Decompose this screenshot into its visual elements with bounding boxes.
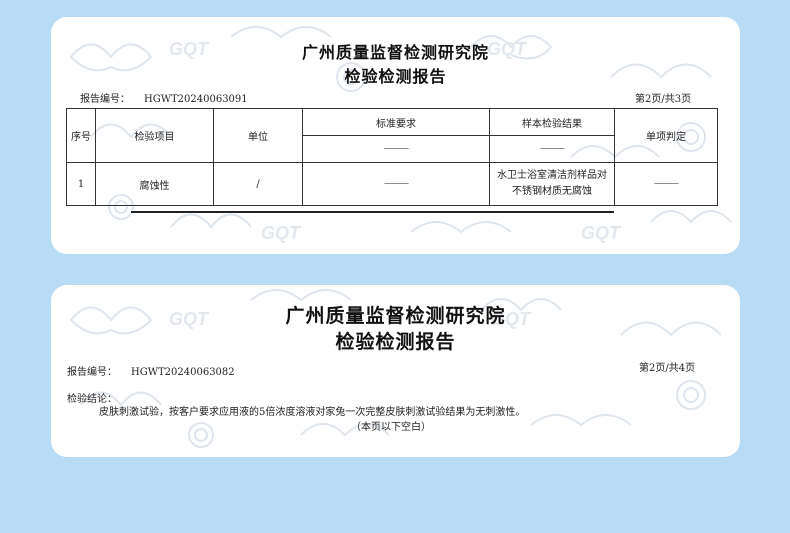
report-number-value: HGWT20240063091 [144,94,248,105]
header-sample-result: 样本检验结果 [489,108,615,136]
cell-judgement: ——— [614,162,718,206]
header-standard: 标准要求 [302,108,490,136]
cell-result: 水卫士浴室清洁剂样品对 不锈钢材质无腐蚀 [489,162,615,206]
header-item: 检验项目 [95,108,214,163]
cell-seq: 1 [66,162,96,206]
cell-result-line2: 不锈钢材质无腐蚀 [512,186,592,197]
header-unit: 单位 [213,108,303,163]
inspection-table: 序号 检验项目 单位 标准要求 样本检验结果 单项判定 ——— ——— 1 腐蚀… [66,108,718,206]
report-title: 检验检测报告 [335,331,456,353]
report-number-label: 报告编号： [80,94,130,105]
report-title: 检验检测报告 [344,67,447,86]
cell-standard: ——— [302,162,490,206]
institute-title: 广州质量监督检测研究院 [285,305,506,327]
conclusion-text: 皮肤刺激试验，按客户要求应用液的5倍浓度溶液对家兔一次完整皮肤刺激试验结果为无刺… [99,407,526,418]
cell-result-line1: 水卫士浴室清洁剂样品对 [497,170,607,181]
report-card-2: GQT GQT 广州质量监督检测研究院 检验检测报告 报告编号： HGWT2024… [51,285,740,457]
table-row: 1 腐蚀性 / ——— 水卫士浴室清洁剂样品对 不锈钢材质无腐蚀 ——— [66,162,718,206]
report-card-1: GQT GQT GQT GQT 广州质量监督检测研究院 检验检测报告 报告编号：… [51,17,740,254]
institute-title: 广州质量监督检测研究院 [301,43,489,62]
report-number: 报告编号： HGWT20240063091 [80,90,248,105]
header-seq: 序号 [66,108,96,163]
subheader-standard: ——— [302,135,490,163]
subheader-result: ——— [489,135,615,163]
report-number-value: HGWT20240063082 [131,367,235,378]
page-info: 第2页/共3页 [635,94,692,105]
report-number-label: 报告编号： [67,367,117,378]
header-judgement: 单项判定 [614,108,718,163]
page-info: 第2页/共4页 [639,363,696,374]
cell-item: 腐蚀性 [95,162,214,206]
cell-unit: / [213,162,303,206]
blank-note: （本页以下空白） [351,422,431,433]
table-underline [131,211,614,213]
report-number: 报告编号： HGWT20240063082 [67,363,235,378]
